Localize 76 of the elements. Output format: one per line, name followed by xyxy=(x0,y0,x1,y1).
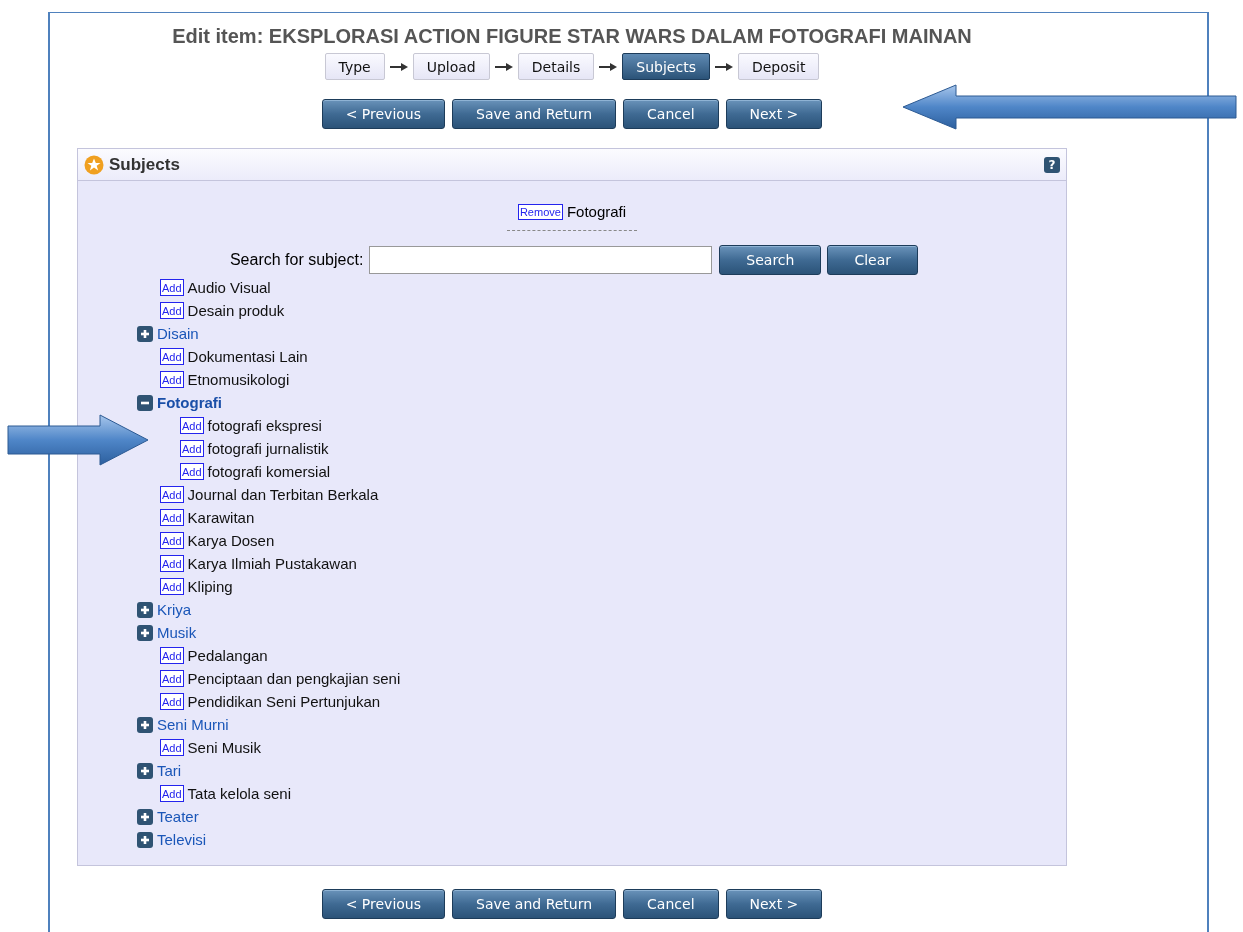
subject-label: fotografi ekspresi xyxy=(207,416,322,436)
page-title: Edit item: EKSPLORASI ACTION FIGURE STAR WARS DALAM FOTOGRAFI MAINAN xyxy=(171,25,973,48)
subject-label: fotografi komersial xyxy=(207,462,331,482)
subject-label: Tata kelola seni xyxy=(187,784,291,804)
add-button[interactable]: Add xyxy=(160,578,184,595)
subject-label: Kliping xyxy=(187,577,233,597)
action-button[interactable]: < Previous xyxy=(321,889,446,919)
subject-label: Desain produk xyxy=(187,301,285,321)
subject-folder[interactable]: Tari xyxy=(157,759,182,782)
add-button[interactable]: Add xyxy=(160,670,184,687)
arrow-icon xyxy=(598,61,619,72)
add-button[interactable]: Add xyxy=(160,532,184,549)
arrow-icon xyxy=(493,61,514,72)
subject-label: Karawitan xyxy=(187,508,255,528)
add-button[interactable]: Add xyxy=(160,693,184,710)
subject-label: Penciptaan dan pengkajian seni xyxy=(187,669,401,689)
subject-folder[interactable]: Musik xyxy=(157,621,197,644)
search-button[interactable]: Clear xyxy=(827,245,919,275)
arrow-icon xyxy=(388,61,409,72)
help-button[interactable]: ? xyxy=(1044,156,1060,173)
add-button[interactable]: Add xyxy=(160,348,184,365)
subject-folder[interactable]: Teater xyxy=(157,805,199,828)
subject-label: Journal dan Terbitan Berkala xyxy=(187,485,379,505)
step-tab[interactable]: Deposit xyxy=(737,53,820,80)
add-button[interactable]: Add xyxy=(180,463,204,480)
subject-folder[interactable]: Disain xyxy=(157,322,199,345)
action-button[interactable]: Cancel xyxy=(623,99,719,129)
search-button[interactable]: Search xyxy=(719,245,822,275)
expand-icon[interactable] xyxy=(137,601,153,618)
collapse-icon[interactable] xyxy=(137,394,153,411)
subject-label: Audio Visual xyxy=(187,278,271,298)
expand-icon[interactable] xyxy=(137,831,153,848)
panel-title: Subjects xyxy=(109,154,180,175)
action-button[interactable]: < Previous xyxy=(321,99,446,129)
expand-icon[interactable] xyxy=(137,716,153,733)
search-label: Search for subject: xyxy=(229,251,364,269)
add-button[interactable]: Add xyxy=(160,509,184,526)
action-button[interactable]: Save and Return xyxy=(452,889,617,919)
expand-icon[interactable] xyxy=(137,325,153,342)
add-button[interactable]: Add xyxy=(160,647,184,664)
add-button[interactable]: Add xyxy=(160,739,184,756)
expand-icon[interactable] xyxy=(137,624,153,641)
step-tab[interactable]: Subjects xyxy=(622,53,710,80)
add-button[interactable]: Add xyxy=(160,279,184,296)
subject-label: Pendidikan Seni Pertunjukan xyxy=(187,692,381,712)
subject-label: Dokumentasi Lain xyxy=(187,347,308,367)
subject-label: Karya Ilmiah Pustakawan xyxy=(187,554,357,574)
step-tab[interactable]: Upload xyxy=(412,53,490,80)
step-tab[interactable]: Type xyxy=(324,53,385,80)
subject-folder[interactable]: Fotografi xyxy=(157,391,222,414)
subject-label: Karya Dosen xyxy=(187,531,275,551)
subject-label: fotografi jurnalistik xyxy=(207,439,329,459)
search-field[interactable] xyxy=(369,246,713,274)
expand-icon[interactable] xyxy=(137,808,153,825)
subject-label: Pedalangan xyxy=(187,646,268,666)
add-button[interactable]: Add xyxy=(160,371,184,388)
add-button[interactable]: Add xyxy=(160,302,184,319)
remove-button[interactable]: Remove xyxy=(517,203,563,220)
add-button[interactable]: Add xyxy=(160,486,184,503)
action-button[interactable]: Cancel xyxy=(623,889,719,919)
arrow-icon xyxy=(713,61,734,72)
expand-icon[interactable] xyxy=(137,762,153,779)
subject-folder[interactable]: Seni Murni xyxy=(157,713,229,736)
add-button[interactable]: Add xyxy=(160,785,184,802)
add-button[interactable]: Add xyxy=(160,555,184,572)
subject-folder[interactable]: Kriya xyxy=(157,598,192,621)
subject-folder[interactable]: Televisi xyxy=(157,828,207,851)
add-button[interactable]: Add xyxy=(180,440,204,457)
subject-label: Seni Musik xyxy=(187,738,261,758)
action-button[interactable]: Save and Return xyxy=(452,99,617,129)
subject-label: Etnomusikologi xyxy=(187,370,290,390)
step-tab[interactable]: Details xyxy=(517,53,595,80)
selected-subject: Fotografi xyxy=(566,203,627,220)
add-button[interactable]: Add xyxy=(180,417,204,434)
action-button[interactable]: Next > xyxy=(725,889,823,919)
action-button[interactable]: Next > xyxy=(725,99,823,129)
